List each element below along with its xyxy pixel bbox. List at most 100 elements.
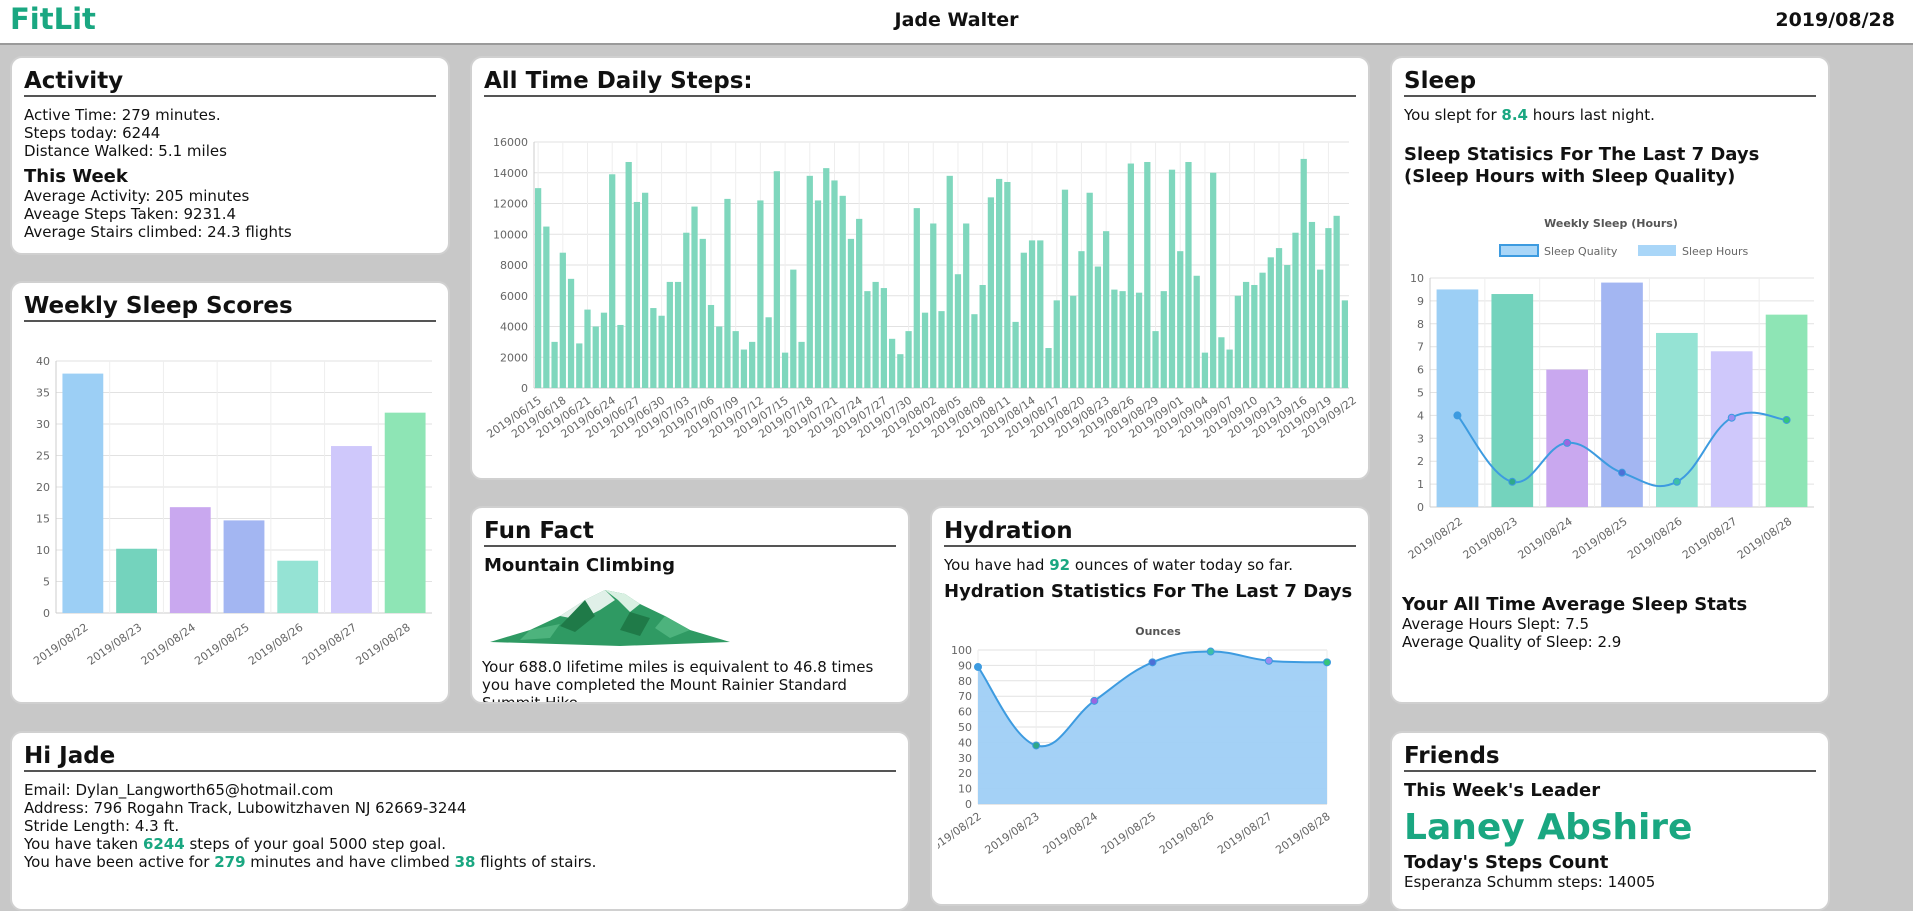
y-tick-label: 20 <box>36 481 50 494</box>
steps-bar <box>773 171 780 388</box>
steps-bar <box>642 192 649 388</box>
steps-bar <box>1103 231 1110 388</box>
steps-bar <box>1242 281 1250 388</box>
y-tick-label: 0 <box>521 382 528 395</box>
x-tick-label: 2019/08/26 <box>246 621 305 668</box>
x-tick-label: 2019/08/22 <box>31 621 90 668</box>
sleep-score-bar <box>331 446 372 613</box>
activity-card: Activity Active Time: 279 minutes. Steps… <box>10 56 450 255</box>
steps-bar <box>617 324 624 388</box>
steps-goal-value: 6244 <box>142 835 185 853</box>
y-tick-label: 50 <box>958 721 972 734</box>
steps-bar <box>1070 295 1077 388</box>
profile-steps-goal: You have taken 6244 steps of your goal 5… <box>24 835 896 853</box>
fun-fact-text: Your 688.0 lifetime miles is equivalent … <box>482 658 874 704</box>
steps-bar <box>913 208 920 388</box>
steps-bar <box>979 284 986 388</box>
steps-bar <box>1251 284 1258 388</box>
steps-bar <box>1061 189 1069 388</box>
steps-bar <box>987 197 995 388</box>
todays-steps-title: Today's Steps Count <box>1404 852 1609 873</box>
steps-bar <box>584 309 591 388</box>
weekly-sleep-scores-card: Weekly Sleep Scores 0 5 10 15 20 25 30 35 40 2019… <box>10 281 450 704</box>
daily-steps-card: All Time Daily Steps: 0 2000 4000 6000 8000 1… <box>470 56 1370 480</box>
steps-bar <box>559 252 566 388</box>
steps-bar <box>790 269 797 388</box>
y-tick-label: 90 <box>958 659 972 672</box>
steps-bar <box>699 238 706 388</box>
sleep-chart-heading: Sleep Statisics For The Last 7 Days (Sle… <box>1404 144 1760 187</box>
steps-bar <box>1308 221 1316 388</box>
daily-steps-title: All Time Daily Steps: <box>484 68 1356 97</box>
sleep-score-bar <box>62 373 104 613</box>
sleep-hours-bar <box>1765 314 1808 507</box>
friends-card: Friends This Week's Leader Laney Abshire… <box>1390 731 1830 911</box>
steps-bar <box>650 308 657 388</box>
y-tick-label: 10 <box>36 544 50 557</box>
sleep-quality-point <box>1563 438 1572 447</box>
x-tick-label: 2019/08/23 <box>982 810 1041 857</box>
legend-label: Sleep Hours <box>1682 245 1749 258</box>
sleep-card: Sleep You slept for 8.4 hours last night… <box>1390 56 1830 704</box>
steps-bar <box>1218 337 1225 388</box>
steps-goal-suffix: steps of your goal 5000 step goal. <box>184 835 447 853</box>
profile-email: Email: Dylan_Langworth65@hotmail.com <box>24 781 334 799</box>
steps-bar <box>691 206 698 388</box>
y-tick-label: 8000 <box>500 259 528 272</box>
x-tick-label: 2019/08/24 <box>1515 515 1574 562</box>
steps-bar <box>765 317 772 388</box>
steps-bar <box>856 218 863 388</box>
y-tick-label: 2000 <box>500 351 528 364</box>
profile-greeting: Hi Jade <box>24 743 896 772</box>
steps-bar <box>666 281 673 388</box>
steps-bar <box>1012 321 1019 388</box>
average-steps: Aveage Steps Taken: 9231.4 <box>24 205 236 223</box>
leader-name: Laney Abshire <box>1404 807 1693 848</box>
stairs-value: 38 <box>454 853 476 871</box>
steps-bar <box>740 349 748 388</box>
hydration-point <box>1090 696 1099 705</box>
current-date: 2019/08/28 <box>1775 9 1895 31</box>
steps-bar <box>1300 158 1307 388</box>
sleep-avg-quality: Average Quality of Sleep: 2.9 <box>1402 633 1622 651</box>
sleep-quality-point <box>1672 477 1681 486</box>
x-tick-label: 2019/08/27 <box>300 621 359 668</box>
y-tick-label: 5 <box>43 576 50 589</box>
hydration-title: Hydration <box>944 518 1356 547</box>
steps-bar <box>1045 348 1052 388</box>
hydration-suffix: ounces of water today so far. <box>1070 556 1294 574</box>
steps-bar <box>963 223 970 388</box>
steps-bar <box>551 341 558 388</box>
x-tick-label: 2019/08/24 <box>1041 810 1100 857</box>
activity-title: Activity <box>24 68 436 97</box>
hydration-area <box>978 651 1327 804</box>
hydration-ounces: 92 <box>1049 556 1071 574</box>
active-minutes-value: 279 <box>214 853 246 871</box>
steps-bar <box>567 278 575 388</box>
steps-goal-prefix: You have taken <box>24 835 143 853</box>
steps-bar <box>831 180 838 388</box>
steps-bar <box>1185 161 1192 388</box>
fun-fact-card: Fun Fact Mountain Climbing Your 688.0 li… <box>470 506 910 704</box>
steps-bar <box>806 175 813 388</box>
steps-bar <box>1284 265 1291 388</box>
sleep-last-night: You slept for 8.4 hours last night. <box>1404 106 1816 124</box>
hydration-card: Hydration You have had 92 ounces of wate… <box>930 506 1370 906</box>
steps-bar <box>1020 252 1027 388</box>
profile-activity-summary: You have been active for 279 minutes and… <box>24 853 896 871</box>
y-tick-label: 40 <box>958 736 972 749</box>
sleep-quality-point <box>1727 413 1736 422</box>
steps-bar <box>1111 289 1118 388</box>
steps-bar <box>633 201 641 388</box>
steps-bar <box>1127 163 1134 388</box>
steps-bar <box>534 188 542 388</box>
activity-summary-prefix: You have been active for <box>24 853 215 871</box>
sleep-hours-bar <box>1436 289 1479 507</box>
steps-bar <box>781 352 789 388</box>
hydration-point <box>1323 658 1331 667</box>
sleep-avg-hours: Average Hours Slept: 7.5 <box>1402 615 1590 633</box>
sleep-averages: Your All Time Average Sleep Stats Averag… <box>1402 594 1822 651</box>
sleep-score-bar <box>277 560 319 613</box>
steps-bar <box>847 238 855 388</box>
steps-bar <box>1094 266 1102 388</box>
